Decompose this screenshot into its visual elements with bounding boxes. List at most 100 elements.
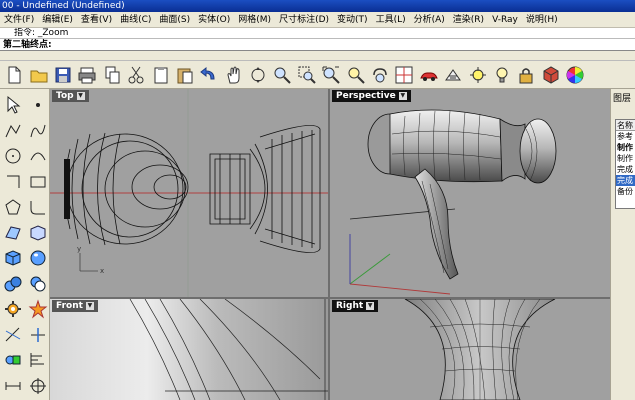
toolbar-button-10[interactable] xyxy=(246,63,270,87)
tool-button-18[interactable] xyxy=(1,323,25,347)
toolbar-button-11[interactable] xyxy=(270,63,294,87)
layer-row[interactable]: 完成 xyxy=(616,175,635,186)
menu-item-10[interactable]: 分析(A) xyxy=(410,12,449,27)
tool-button-20[interactable] xyxy=(1,348,25,372)
trim-icon xyxy=(5,327,21,341)
tool-button-13[interactable] xyxy=(26,246,50,270)
tool-button-17[interactable] xyxy=(26,297,50,321)
osnap-icon xyxy=(469,66,486,83)
command-input[interactable] xyxy=(0,51,635,61)
tool-button-6[interactable] xyxy=(1,170,25,194)
toolbar-button-6[interactable] xyxy=(148,63,172,87)
tool-button-9[interactable] xyxy=(26,195,50,219)
tool-button-12[interactable] xyxy=(1,246,25,270)
menu-item-6[interactable]: 网格(M) xyxy=(234,12,275,27)
menu-item-8[interactable]: 变动(T) xyxy=(333,12,372,27)
viewport-front-title[interactable]: Front ▼ xyxy=(52,300,98,312)
tool-button-8[interactable] xyxy=(1,195,25,219)
chevron-down-icon[interactable]: ▼ xyxy=(85,302,94,310)
layer-row[interactable]: 备份 xyxy=(616,186,635,197)
menu-item-7[interactable]: 尺寸标注(D) xyxy=(275,12,333,27)
toolbar-button-13[interactable] xyxy=(319,63,343,87)
toolbar-button-20[interactable] xyxy=(490,63,514,87)
menu-item-9[interactable]: 工具(L) xyxy=(372,12,410,27)
layer-list-header[interactable]: 名称 xyxy=(616,120,635,131)
tool-button-15[interactable] xyxy=(26,272,50,296)
arc-icon xyxy=(30,152,46,161)
layer-row[interactable]: 参考 xyxy=(616,131,635,142)
viewport-right-title[interactable]: Right ▼ xyxy=(332,300,379,312)
toolbar-button-14[interactable] xyxy=(343,63,367,87)
tool-button-11[interactable] xyxy=(26,221,50,245)
tool-button-19[interactable] xyxy=(26,323,50,347)
undo-view-icon xyxy=(373,67,387,82)
menu-item-11[interactable]: 渲染(R) xyxy=(449,12,488,27)
layer-row[interactable]: 制作 xyxy=(616,153,635,164)
viewport-perspective-title[interactable]: Perspective ▼ xyxy=(332,90,411,102)
top-view-wireframe: x y xyxy=(50,89,328,297)
toolbar-button-21[interactable] xyxy=(514,63,538,87)
layer-list[interactable]: 名称 参考 制作 制作 完成 完成 备份 xyxy=(615,119,635,209)
viewport-perspective[interactable]: Perspective ▼ xyxy=(330,89,610,297)
toolbar-button-23[interactable] xyxy=(563,63,587,87)
tool-button-7[interactable] xyxy=(26,170,50,194)
chevron-down-icon[interactable]: ▼ xyxy=(366,302,375,310)
toolbar-button-1[interactable] xyxy=(26,63,50,87)
chevron-down-icon[interactable]: ▼ xyxy=(76,92,85,100)
tool-button-10[interactable] xyxy=(1,221,25,245)
chevron-down-icon[interactable]: ▼ xyxy=(398,92,407,100)
tool-button-16[interactable] xyxy=(1,297,25,321)
toolbar-button-12[interactable] xyxy=(295,63,319,87)
tool-button-21[interactable] xyxy=(26,348,50,372)
toolbar-button-15[interactable] xyxy=(368,63,392,87)
toolbar-button-3[interactable] xyxy=(75,63,99,87)
toolbar-button-17[interactable] xyxy=(417,63,441,87)
menu-item-13[interactable]: 说明(H) xyxy=(522,12,562,27)
color-wheel-icon xyxy=(566,66,584,83)
menu-item-1[interactable]: 编辑(E) xyxy=(38,12,77,27)
toolbar-button-18[interactable] xyxy=(441,63,465,87)
undo-icon xyxy=(200,66,215,79)
tool-button-0[interactable] xyxy=(1,93,25,117)
layer-row[interactable]: 完成 xyxy=(616,164,635,175)
tool-button-22[interactable] xyxy=(1,374,25,398)
viewport-front[interactable]: Front ▼ xyxy=(50,299,328,400)
viewport-right-label: Right xyxy=(336,301,364,311)
menu-item-4[interactable]: 曲面(S) xyxy=(155,12,194,27)
tool-button-23[interactable] xyxy=(26,374,50,398)
toolbar-button-4[interactable] xyxy=(100,63,124,87)
tool-button-1[interactable] xyxy=(26,93,50,117)
viewport-top[interactable]: Top ▼ x y xyxy=(50,89,328,297)
tool-button-4[interactable] xyxy=(1,144,25,168)
explode-icon xyxy=(28,299,48,319)
layer-row[interactable]: 制作 xyxy=(616,142,635,153)
toolbar-button-16[interactable] xyxy=(392,63,416,87)
toolbar-button-9[interactable] xyxy=(222,63,246,87)
toolbar-button-0[interactable] xyxy=(2,63,26,87)
cut-icon xyxy=(128,66,144,83)
tool-button-14[interactable] xyxy=(1,272,25,296)
toolbar-button-5[interactable] xyxy=(124,63,148,87)
menu-item-0[interactable]: 文件(F) xyxy=(0,12,38,27)
menu-bar: 文件(F) 编辑(E) 查看(V) 曲线(C) 曲面(S) 实体(O) 网格(M) 尺寸标注(… xyxy=(0,12,635,28)
menu-item-12[interactable]: V-Ray xyxy=(488,12,522,27)
command-prompt[interactable]: 第二轴终点: xyxy=(0,39,635,51)
tool-button-2[interactable] xyxy=(1,119,25,143)
curve-icon xyxy=(30,124,46,137)
menu-item-2[interactable]: 查看(V) xyxy=(77,12,116,27)
layers-panel-title: 图层 xyxy=(613,94,632,104)
tool-button-3[interactable] xyxy=(26,119,50,143)
menu-item-3[interactable]: 曲线(C) xyxy=(116,12,155,27)
zoom-selected-icon xyxy=(348,67,365,84)
toolbar-button-2[interactable] xyxy=(51,63,75,87)
toolbar-button-7[interactable] xyxy=(173,63,197,87)
menu-item-5[interactable]: 实体(O) xyxy=(194,12,234,27)
viewport-top-title[interactable]: Top ▼ xyxy=(52,90,89,102)
viewport-right[interactable]: Right ▼ xyxy=(330,299,610,400)
toolbar-button-19[interactable] xyxy=(465,63,489,87)
toolbar-button-8[interactable] xyxy=(197,63,221,87)
toolbar-button-22[interactable] xyxy=(539,63,563,87)
tool-button-5[interactable] xyxy=(26,144,50,168)
viewport-front-label: Front xyxy=(56,301,83,311)
snap-icon xyxy=(30,377,46,394)
